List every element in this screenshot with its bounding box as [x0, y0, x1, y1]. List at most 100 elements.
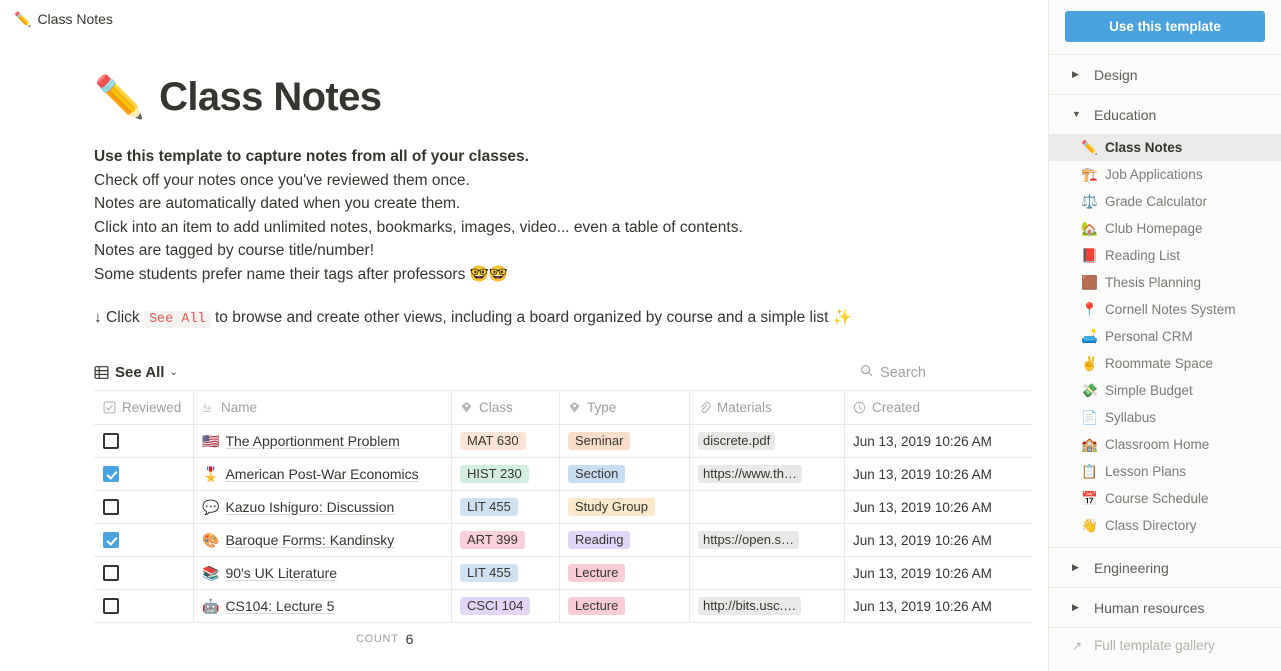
materials-value[interactable]: discrete.pdf: [698, 432, 776, 450]
callout-code-chip: See All: [143, 311, 211, 328]
row-name-link[interactable]: CS104: Lecture 5: [225, 598, 334, 614]
template-gallery-page: ✏️ Class Notes ✏️ Class Notes Use this t…: [0, 0, 1281, 671]
template-emoji-icon: 🟫: [1081, 274, 1098, 290]
sidebar-section-education[interactable]: ▼ Education: [1049, 94, 1281, 134]
cell-name: 💬 Kazuo Ishiguro: Discussion: [194, 490, 452, 524]
row-name-link[interactable]: Kazuo Ishiguro: Discussion: [225, 499, 394, 515]
column-header-materials[interactable]: Materials: [690, 390, 845, 424]
row-name-link[interactable]: 90's UK Literature: [225, 565, 337, 581]
table-header-row: Reviewed Aa Name Class Type Materials Cr…: [94, 390, 1032, 425]
triangle-right-icon: ▶: [1072, 69, 1079, 79]
cell-type: Study Group: [560, 490, 690, 524]
sidebar-template-roommate-space[interactable]: ✌️ Roommate Space: [1049, 350, 1281, 377]
cell-class: ART 399: [452, 523, 560, 557]
reviewed-checkbox[interactable]: [103, 499, 119, 515]
breadcrumb-label: Class Notes: [37, 10, 113, 27]
column-header-name[interactable]: Aa Name: [194, 390, 452, 424]
use-this-template-button[interactable]: Use this template: [1065, 11, 1265, 42]
view-tab-see-all[interactable]: See All ⌄: [94, 364, 178, 381]
template-emoji-icon: 💸: [1081, 382, 1098, 398]
link-property-icon: [698, 401, 711, 414]
sidebar-template-classroom-home[interactable]: 🏫 Classroom Home: [1049, 431, 1281, 458]
sidebar-section-label: Education: [1094, 106, 1157, 123]
column-header-type[interactable]: Type: [560, 390, 690, 424]
cell-name: 🎖️ American Post-War Economics: [194, 457, 452, 491]
column-header-class[interactable]: Class: [452, 390, 560, 424]
row-emoji-icon: 🤖: [202, 598, 220, 614]
breadcrumb[interactable]: ✏️ Class Notes: [0, 0, 1048, 37]
cell-reviewed: [94, 424, 194, 458]
cell-type: Seminar: [560, 424, 690, 458]
reviewed-checkbox[interactable]: [103, 598, 119, 614]
cell-reviewed: [94, 556, 194, 590]
sidebar-section-design[interactable]: ▶ Design: [1049, 54, 1281, 94]
sidebar-section-engineering[interactable]: ▶ Engineering: [1049, 547, 1281, 587]
template-emoji-icon: ✏️: [1081, 139, 1098, 155]
table-row[interactable]: 🎖️ American Post-War Economics HIST 230 Sec…: [94, 457, 1032, 491]
main-content: ✏️ Class Notes ✏️ Class Notes Use this t…: [0, 0, 1048, 671]
reviewed-checkbox[interactable]: [103, 565, 119, 581]
cell-type: Lecture: [560, 589, 690, 623]
select-property-icon: [460, 401, 473, 414]
table-row[interactable]: 📚 90's UK Literature LIT 455 Lecture Jun 13,…: [94, 556, 1032, 590]
table-header: Reviewed Aa Name Class Type Materials Cr…: [94, 390, 1032, 425]
sidebar-template-reading-list[interactable]: 📕 Reading List: [1049, 242, 1281, 269]
sidebar-template-course-schedule[interactable]: 📅 Course Schedule: [1049, 485, 1281, 512]
reviewed-checkbox[interactable]: [103, 532, 119, 548]
column-header-label: Name: [221, 399, 258, 415]
cell-name: 📚 90's UK Literature: [194, 556, 452, 590]
table-row[interactable]: 🤖 CS104: Lecture 5 CSCI 104 Lecture http://b…: [94, 589, 1032, 623]
sidebar-template-personal-crm[interactable]: 🛋️ Personal CRM: [1049, 323, 1281, 350]
title-aa-icon: Aa: [202, 401, 215, 414]
template-label: Cornell Notes System: [1105, 302, 1236, 317]
reviewed-checkbox[interactable]: [103, 433, 119, 449]
column-header-label: Reviewed: [122, 399, 182, 415]
class-tag: CSCI 104: [460, 597, 531, 615]
row-name-link[interactable]: American Post-War Economics: [225, 466, 418, 482]
sidebar-template-class-notes[interactable]: ✏️ Class Notes: [1049, 134, 1281, 161]
reviewed-checkbox[interactable]: [103, 466, 119, 482]
template-emoji-icon: 🏡: [1081, 220, 1098, 236]
template-emoji-icon: 🛋️: [1081, 328, 1098, 344]
template-emoji-icon: 📍: [1081, 301, 1098, 317]
sidebar-template-thesis-planning[interactable]: 🟫 Thesis Planning: [1049, 269, 1281, 296]
materials-value[interactable]: https://www.th…: [698, 465, 802, 483]
sidebar-template-club-homepage[interactable]: 🏡 Club Homepage: [1049, 215, 1281, 242]
svg-text:Aa: Aa: [202, 402, 211, 411]
table-row[interactable]: 💬 Kazuo Ishiguro: Discussion LIT 455 Study …: [94, 490, 1032, 524]
sidebar-template-syllabus[interactable]: 📄 Syllabus: [1049, 404, 1281, 431]
sidebar-template-job-applications[interactable]: 🏗️ Job Applications: [1049, 161, 1281, 188]
table-body: 🇺🇸 The Apportionment Problem MAT 630 Semina…: [94, 424, 1032, 623]
triangle-right-icon: ▶: [1072, 602, 1079, 612]
table-row[interactable]: 🇺🇸 The Apportionment Problem MAT 630 Semina…: [94, 424, 1032, 458]
sidebar-section-label: Design: [1094, 66, 1138, 83]
cell-reviewed: [94, 523, 194, 557]
created-timestamp: Jun 13, 2019 10:26 AM: [853, 598, 992, 614]
search-button[interactable]: Search: [860, 364, 1032, 382]
sidebar-section-human-resources[interactable]: ▶ Human resources: [1049, 587, 1281, 627]
column-header-created[interactable]: Created: [845, 391, 1032, 424]
template-emoji-icon: ✌️: [1081, 355, 1098, 371]
cell-created: Jun 13, 2019 10:26 AM: [845, 458, 1032, 491]
materials-value[interactable]: http://bits.usc.…: [698, 597, 802, 615]
page-title-text: Class Notes: [159, 75, 382, 119]
callout-line: ↓ Click See All to browse and create oth…: [94, 306, 1048, 332]
row-name-link[interactable]: Baroque Forms: Kandinsky: [225, 532, 394, 548]
template-label: Course Schedule: [1105, 491, 1209, 506]
table-row[interactable]: 🎨 Baroque Forms: Kandinsky ART 399 Reading h…: [94, 523, 1032, 557]
sidebar-template-cornell-notes-system[interactable]: 📍 Cornell Notes System: [1049, 296, 1281, 323]
cell-class: CSCI 104: [452, 589, 560, 623]
sidebar-template-class-directory[interactable]: 👋 Class Directory: [1049, 512, 1281, 539]
description-line: Some students prefer name their tags aft…: [94, 265, 509, 283]
column-header-label: Created: [872, 399, 921, 415]
materials-value[interactable]: https://open.s…: [698, 531, 800, 549]
template-emoji-icon: 📅: [1081, 490, 1098, 506]
sidebar-template-simple-budget[interactable]: 💸 Simple Budget: [1049, 377, 1281, 404]
sidebar-template-grade-calculator[interactable]: ⚖️ Grade Calculator: [1049, 188, 1281, 215]
sidebar-template-lesson-plans[interactable]: 📋 Lesson Plans: [1049, 458, 1281, 485]
column-header-reviewed[interactable]: Reviewed: [94, 390, 194, 424]
full-template-gallery-link[interactable]: ↗ Full template gallery: [1049, 627, 1281, 663]
cell-materials: discrete.pdf: [690, 424, 845, 458]
row-name-link[interactable]: The Apportionment Problem: [225, 433, 399, 449]
cell-created: Jun 13, 2019 10:26 AM: [845, 425, 1032, 458]
